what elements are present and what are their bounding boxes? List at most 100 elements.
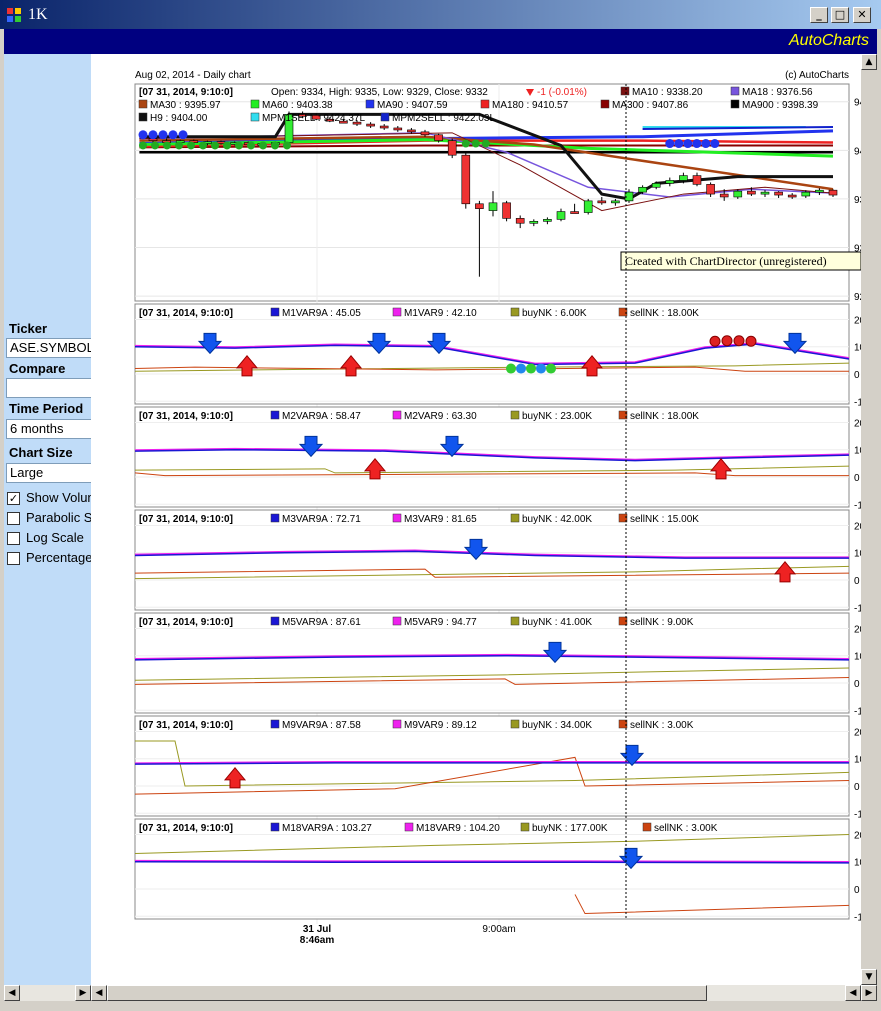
y-tick-label: 9450 (854, 98, 861, 109)
candle-body (787, 194, 797, 198)
title-bar[interactable]: 1K _ □ ✕ (0, 0, 881, 29)
candle-body (815, 189, 824, 193)
signal-dot (461, 139, 470, 148)
show-volume-checkbox[interactable]: ✓ Show Volume (7, 490, 91, 508)
ticker-input[interactable]: ASE.SYMBOL (6, 338, 91, 358)
y-tick-label: -100 (854, 397, 861, 408)
candle-body (366, 123, 375, 127)
ticker-label: Ticker (9, 321, 48, 336)
legend-swatch (510, 719, 520, 729)
checkbox-box[interactable] (7, 552, 20, 566)
legend-swatch (404, 822, 414, 832)
legend-label: M3VAR9A : 72.71 (282, 514, 361, 525)
compare-input[interactable] (6, 378, 91, 398)
legend-label: buyNK : 6.00K (522, 308, 587, 319)
legend-swatch (365, 99, 375, 109)
panel-horizontal-scrollbar[interactable]: ◀ ▶ (4, 985, 91, 1001)
y-tick-label: -100 (854, 706, 861, 717)
legend-label: M18VAR9 : 104.20 (416, 823, 500, 834)
legend-swatch (250, 112, 260, 122)
scroll-left-button[interactable]: ◀ (4, 985, 20, 1001)
legend-label: M5VAR9 : 94.77 (404, 617, 477, 628)
scroll-thumb[interactable] (107, 985, 707, 1001)
chart-size-select[interactable]: Large (6, 463, 91, 483)
legend-label: buyNK : 42.00K (522, 514, 592, 525)
signal-dot (139, 141, 147, 150)
minimize-button[interactable]: _ (810, 7, 828, 23)
signal-dot (701, 139, 711, 149)
signal-dot (283, 141, 291, 150)
signal-dot (168, 130, 178, 140)
signal-dot (692, 139, 702, 149)
legend-label: M1VAR9 : 42.10 (404, 308, 477, 319)
legend-label: buyNK : 23.00K (522, 411, 592, 422)
legend-label: MA300 : 9407.86 (612, 100, 689, 111)
panel-timestamp: [07 31, 2014, 9:10:0] (139, 823, 233, 834)
legend-label: M9VAR9A : 87.58 (282, 720, 361, 731)
signal-dot (683, 139, 693, 149)
signal-dot (158, 130, 168, 140)
signal-dot (710, 139, 720, 149)
signal-dot (665, 139, 675, 149)
candle-body (733, 190, 743, 198)
signal-dot (516, 363, 526, 374)
legend-label: sellNK : 3.00K (630, 720, 694, 731)
chart-horizontal-scrollbar[interactable]: ◀ ▶ ◀ ▶ (91, 985, 877, 1001)
signal-dot (199, 141, 207, 150)
signal-dot (259, 141, 267, 150)
log-scale-checkbox[interactable]: Log Scale (7, 530, 84, 548)
signal-dot (235, 141, 243, 150)
candle-body (556, 211, 566, 220)
checkbox-box[interactable] (7, 512, 20, 526)
candle-body (502, 202, 511, 219)
y-tick-label: 200 (854, 727, 861, 738)
signal-dot (471, 139, 480, 148)
legend-label: MA180 : 9410.57 (492, 100, 569, 111)
stock-chart[interactable]: Aug 02, 2014 - Daily chart (c) AutoCharts… (91, 54, 861, 985)
y-tick-label: 200 (854, 830, 861, 841)
legend-swatch (270, 410, 280, 420)
legend-swatch (392, 410, 402, 420)
signal-dot (536, 363, 546, 374)
y-tick-label: 100 (854, 446, 861, 457)
legend-swatch (600, 99, 610, 109)
candle-body (488, 202, 498, 211)
legend-swatch (380, 112, 390, 122)
parabolic-sar-checkbox[interactable]: Parabolic SAR (7, 510, 91, 528)
y-tick-label: 0 (854, 679, 860, 690)
candle-body (801, 191, 811, 197)
x-tick-sublabel: 8:46am (300, 935, 335, 946)
legend-label: MA30 : 9395.97 (150, 100, 221, 111)
scroll-up-button[interactable]: ▲ (861, 54, 877, 70)
time-period-select[interactable]: 6 months (6, 419, 91, 439)
close-button[interactable]: ✕ (853, 7, 871, 23)
signal-dot (163, 141, 171, 150)
maximize-button[interactable]: □ (831, 7, 849, 23)
app-icon (7, 8, 21, 22)
scroll-right-button[interactable]: ▶ (861, 985, 877, 1001)
scroll-left-button[interactable]: ◀ (91, 985, 107, 1001)
scroll-right-button[interactable]: ▶ (75, 985, 91, 1001)
y-tick-label: 9350 (854, 195, 861, 206)
signal-dot (247, 141, 255, 150)
scroll-left-button[interactable]: ◀ (845, 985, 861, 1001)
candle-body (434, 134, 443, 141)
legend-swatch (270, 822, 280, 832)
y-tick-label: -100 (854, 500, 861, 511)
x-tick-label: 31 Jul (303, 924, 332, 935)
chart-area[interactable]: Aug 02, 2014 - Daily chart (c) AutoCharts… (91, 54, 877, 985)
legend-swatch (520, 822, 530, 832)
signal-dot (151, 141, 159, 150)
y-tick-label: 9400 (854, 146, 861, 157)
chart-header-right: (c) AutoCharts (785, 70, 849, 81)
vertical-scrollbar[interactable]: ▲ ▼ (861, 54, 877, 985)
legend-label: sellNK : 18.00K (630, 308, 699, 319)
panel-timestamp: [07 31, 2014, 9:10:0] (139, 308, 233, 319)
signal-dot (187, 141, 195, 150)
percentage-checkbox[interactable]: Percentage (7, 550, 91, 568)
checkbox-box[interactable] (7, 532, 20, 546)
checkbox-box[interactable]: ✓ (7, 492, 20, 506)
candle-body (543, 219, 552, 222)
watermark-text: Created with ChartDirector (unregistered… (625, 254, 827, 268)
scroll-down-button[interactable]: ▼ (861, 969, 877, 985)
